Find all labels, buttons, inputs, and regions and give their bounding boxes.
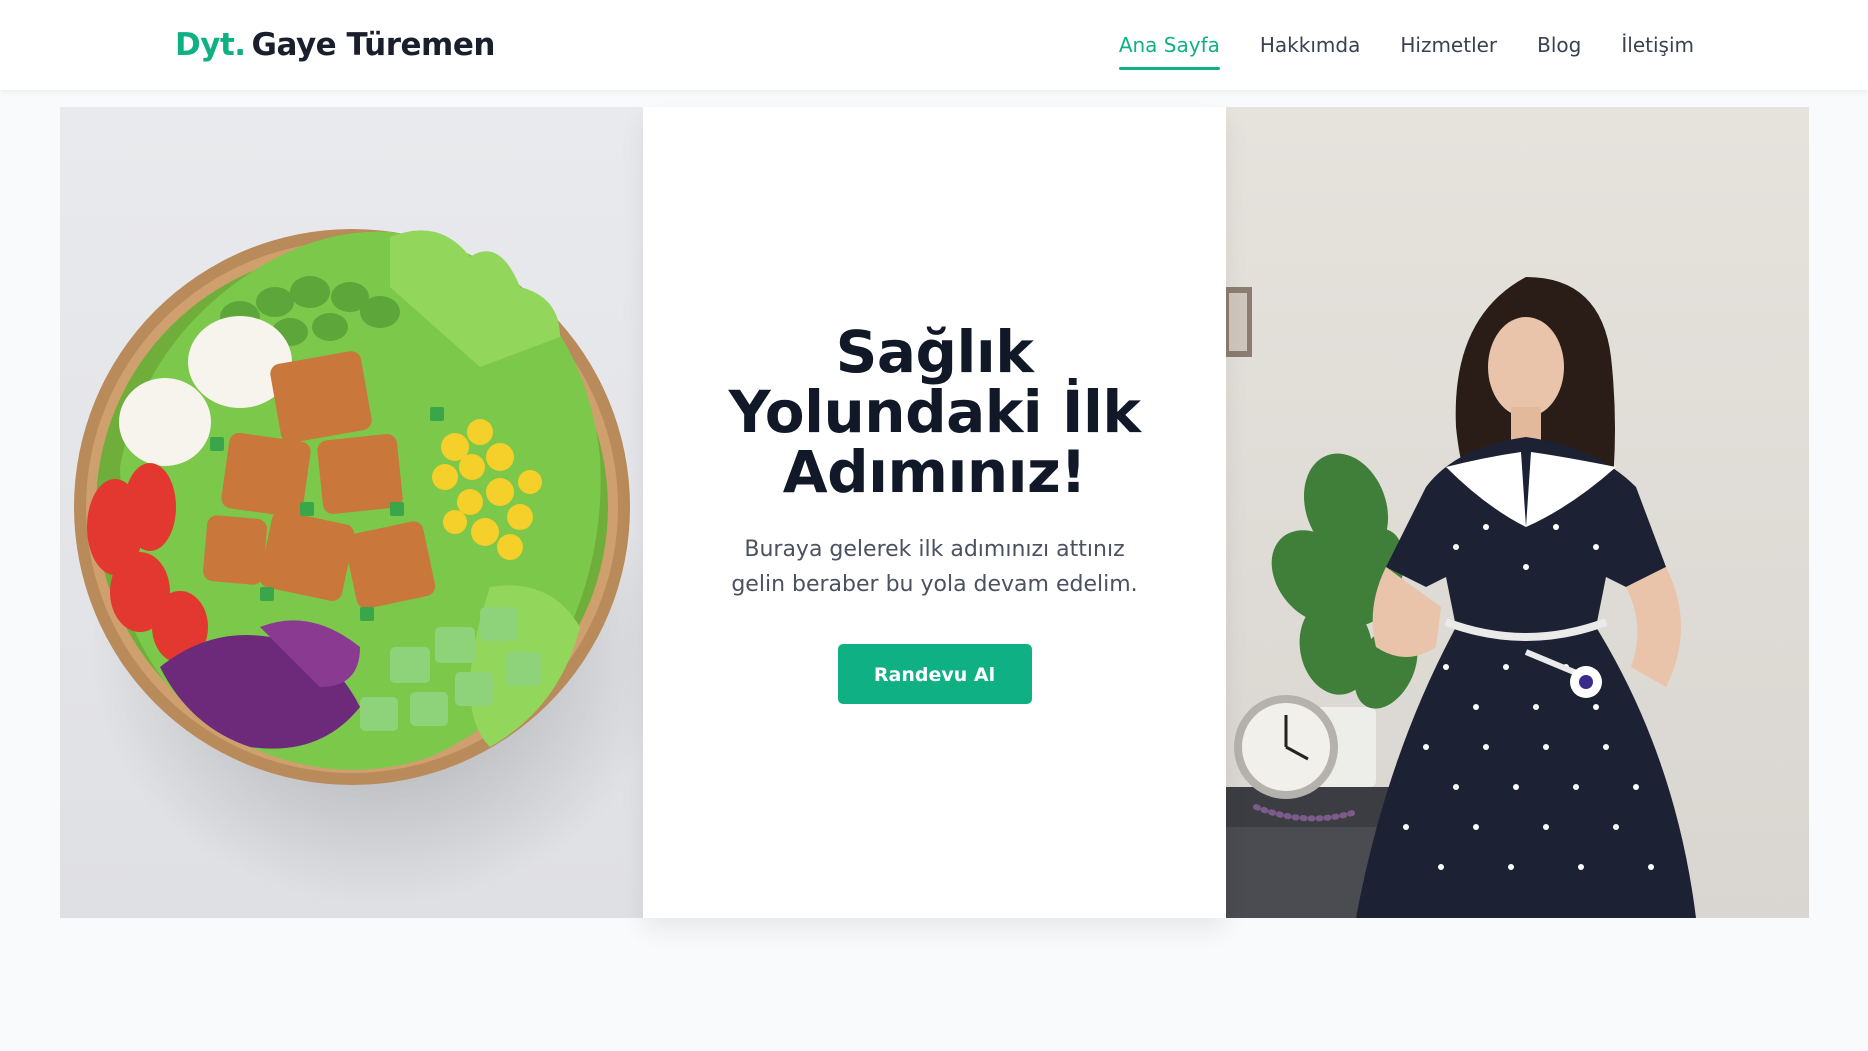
main-nav: Ana Sayfa Hakkımda Hizmetler Blog İletiş… — [1118, 26, 1694, 70]
hero-text-panel: Sağlık Yolundaki İlk Adımınız! Buraya ge… — [643, 107, 1226, 918]
dietitian-illustration — [1226, 277, 1696, 918]
hero-section: Sağlık Yolundaki İlk Adımınız! Buraya ge… — [60, 107, 1809, 918]
brand-prefix: Dyt. — [175, 27, 246, 63]
hero-title: Sağlık Yolundaki İlk Adımınız! — [728, 318, 1141, 506]
dietitian-photo — [1226, 107, 1809, 918]
nav-link-hakkimda[interactable]: Hakkımda — [1260, 26, 1360, 64]
salad-bowl-illustration — [74, 229, 643, 907]
appointment-button[interactable]: Randevu Al — [837, 644, 1032, 704]
navbar: Dyt. Gaye Türemen Ana Sayfa Hakkımda Hizm… — [0, 0, 1868, 90]
nav-link-hizmetler[interactable]: Hizmetler — [1400, 26, 1497, 64]
brand-name: Gaye Türemen — [251, 27, 496, 63]
nav-link-blog[interactable]: Blog — [1537, 26, 1581, 64]
hero-description: Buraya gelerek ilk adımınızı attınız gel… — [731, 537, 1138, 597]
nav-link-ana-sayfa[interactable]: Ana Sayfa — [1118, 26, 1220, 70]
nav-link-iletisim[interactable]: İletişim — [1621, 26, 1694, 64]
brand-logo[interactable]: Dyt. Gaye Türemen — [175, 23, 495, 67]
salad-bowl-photo — [60, 107, 643, 918]
hero-content: Sağlık Yolundaki İlk Adımınız! Buraya ge… — [643, 322, 1226, 704]
